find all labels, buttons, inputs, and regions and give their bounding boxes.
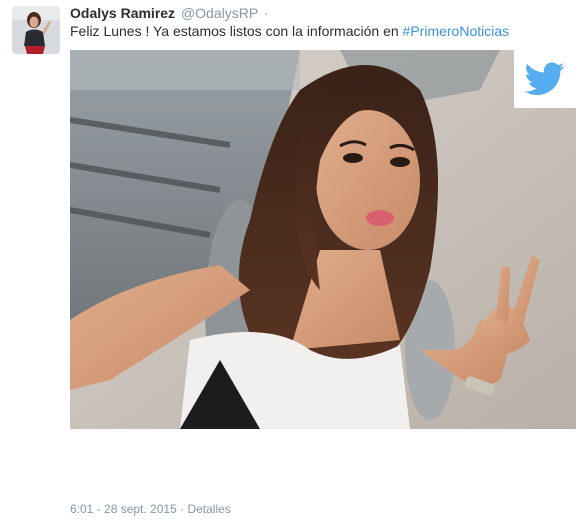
tweet-media-photo[interactable] — [70, 50, 576, 429]
twitter-bird-icon — [525, 62, 565, 95]
selfie-photo — [70, 50, 576, 429]
author-handle[interactable]: @OdalysRP — [181, 5, 258, 21]
author-name[interactable]: Odalys Ramirez — [70, 5, 175, 21]
header-separator: · — [263, 5, 269, 21]
tweet-text: Feliz Lunes ! Ya estamos listos con la i… — [70, 22, 509, 40]
twitter-badge[interactable] — [514, 50, 576, 108]
meta-separator: · — [180, 502, 185, 516]
tweet-timestamp[interactable]: 6:01 - 28 sept. 2015 — [70, 502, 177, 516]
tweet-header: Odalys Ramirez @OdalysRP · — [70, 4, 269, 22]
tweet-meta: 6:01 - 28 sept. 2015 · Detalles — [70, 501, 231, 517]
hashtag-link[interactable]: #PrimeroNoticias — [403, 23, 510, 39]
avatar[interactable] — [12, 6, 60, 54]
details-link[interactable]: Detalles — [187, 502, 230, 516]
avatar-photo — [12, 6, 60, 54]
tweet-body: Feliz Lunes ! Ya estamos listos con la i… — [70, 23, 403, 39]
